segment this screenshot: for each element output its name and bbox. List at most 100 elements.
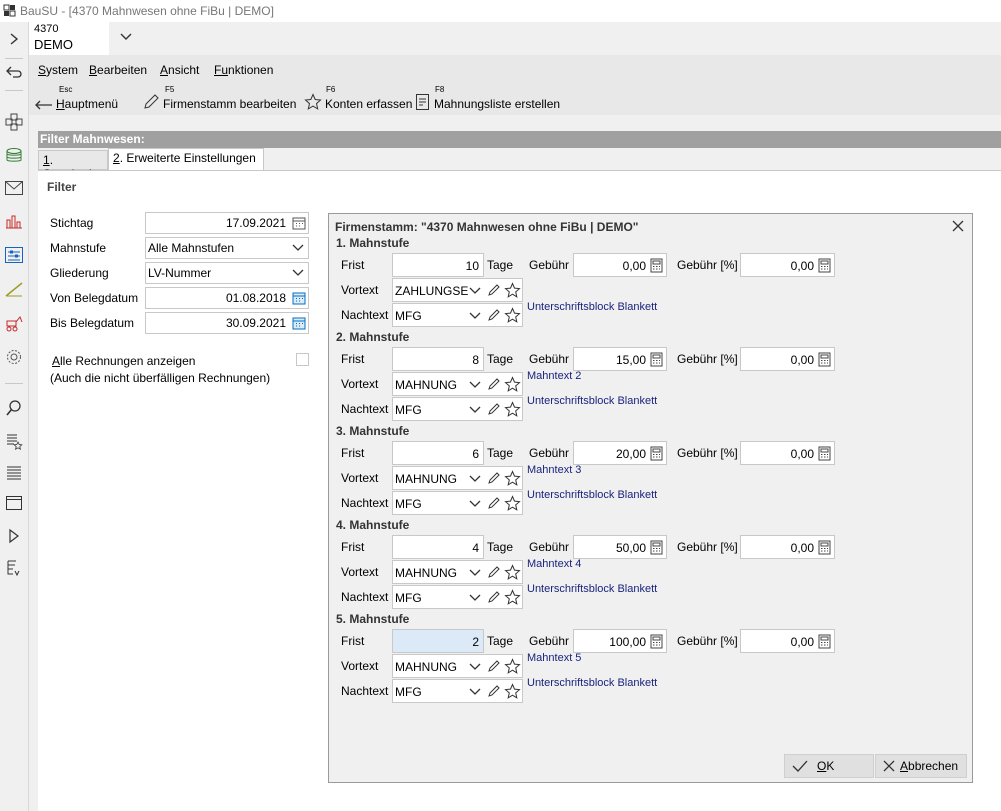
money-stack-icon[interactable] [3, 144, 25, 166]
star-icon[interactable] [504, 564, 521, 581]
chevron-down-icon[interactable] [469, 474, 481, 484]
fee-field[interactable]: 15,00 [573, 347, 667, 371]
chevron-down-icon[interactable] [469, 286, 481, 296]
tab-standard[interactable]: 1. Standard [38, 150, 108, 181]
ruler-icon[interactable] [3, 278, 25, 300]
pencil-icon[interactable] [486, 658, 502, 674]
ok-button[interactable]: OK [784, 754, 874, 778]
menu-funktionen[interactable]: Funktionen [214, 63, 273, 77]
pencil-icon[interactable] [486, 307, 502, 323]
back-arrow-icon[interactable] [3, 61, 25, 83]
chevron-down-icon[interactable] [469, 687, 481, 697]
chevron-down-icon[interactable] [117, 30, 135, 44]
main-menu-button[interactable]: Esc Hauptmenü [35, 85, 135, 111]
search-icon[interactable] [3, 397, 25, 419]
fee-percent-field[interactable]: 0,00 [740, 347, 835, 371]
calculator-icon[interactable] [650, 258, 663, 273]
nachtext-select[interactable]: MFG [392, 397, 523, 421]
cancel-button[interactable]: Abbrechen [875, 754, 967, 778]
calculator-icon[interactable] [818, 258, 831, 273]
fee-percent-field[interactable]: 0,00 [740, 441, 835, 465]
calculator-icon[interactable] [650, 540, 663, 555]
bis-belegdatum-field[interactable]: 30.09.2021 [145, 312, 309, 334]
pencil-icon[interactable] [486, 282, 502, 298]
frist-field[interactable]: 10 [392, 253, 484, 277]
calculator-icon[interactable] [818, 634, 831, 649]
all-invoices-checkbox[interactable] [296, 353, 309, 366]
fee-field[interactable]: 100,00 [573, 629, 667, 653]
calendar-icon[interactable] [292, 316, 306, 330]
pencil-icon[interactable] [486, 589, 502, 605]
calculator-icon[interactable] [650, 446, 663, 461]
window-icon[interactable] [3, 492, 25, 514]
play-triangle-icon[interactable] [3, 525, 25, 547]
fee-percent-field[interactable]: 0,00 [740, 253, 835, 277]
vortext-select[interactable]: MAHNUNG [392, 654, 523, 678]
pencil-icon[interactable] [486, 401, 502, 417]
nachtext-link[interactable]: Unterschriftsblock Blankett [527, 583, 657, 595]
excavator-icon[interactable] [3, 312, 25, 334]
star-icon[interactable] [504, 683, 521, 700]
nachtext-link[interactable]: Unterschriftsblock Blankett [527, 395, 657, 407]
star-icon[interactable] [504, 401, 521, 418]
vortext-link[interactable]: Mahntext 5 [527, 652, 581, 664]
menu-system[interactable]: System [38, 63, 78, 77]
expand-chevron-icon[interactable] [3, 28, 25, 50]
modules-icon[interactable] [3, 111, 25, 133]
nachtext-link[interactable]: Unterschriftsblock Blankett [527, 677, 657, 689]
nachtext-select[interactable]: MFG [392, 491, 523, 515]
pencil-icon[interactable] [486, 495, 502, 511]
vortext-select[interactable]: MAHNUNG [392, 466, 523, 490]
stichtag-field[interactable]: 17.09.2021 [145, 212, 309, 234]
chevron-down-icon[interactable] [469, 662, 481, 672]
frist-field[interactable]: 4 [392, 535, 484, 559]
nachtext-link[interactable]: Unterschriftsblock Blankett [527, 301, 657, 313]
vortext-link[interactable]: Mahntext 2 [527, 370, 581, 382]
settings-gear-icon[interactable] [3, 346, 25, 368]
nachtext-select[interactable]: MFG [392, 303, 523, 327]
fee-percent-field[interactable]: 0,00 [740, 629, 835, 653]
calculator-icon[interactable] [650, 352, 663, 367]
fee-field[interactable]: 50,00 [573, 535, 667, 559]
mahnstufe-select[interactable]: Alle Mahnstufen [145, 237, 309, 259]
pencil-icon[interactable] [486, 564, 502, 580]
frist-field[interactable]: 8 [392, 347, 484, 371]
gliederung-select[interactable]: LV-Nummer [145, 262, 309, 284]
bar-chart-icon[interactable] [3, 210, 25, 232]
vortext-select[interactable]: ZAHLUNGSE [392, 278, 523, 302]
calculator-icon[interactable] [818, 446, 831, 461]
nachtext-select[interactable]: MFG [392, 679, 523, 703]
von-belegdatum-field[interactable]: 01.08.2018 [145, 287, 309, 309]
fee-field[interactable]: 20,00 [573, 441, 667, 465]
vortext-link[interactable]: Mahntext 3 [527, 464, 581, 476]
star-icon[interactable] [504, 658, 521, 675]
vortext-select[interactable]: MAHNUNG [392, 372, 523, 396]
pencil-icon[interactable] [486, 683, 502, 699]
calendar-icon[interactable] [292, 216, 306, 230]
menu-ansicht[interactable]: Ansicht [160, 63, 199, 77]
chevron-down-icon[interactable] [469, 499, 481, 509]
star-icon[interactable] [504, 307, 521, 324]
chevron-down-icon[interactable] [469, 311, 481, 321]
list-lines-icon[interactable] [3, 462, 25, 484]
fee-field[interactable]: 0,00 [573, 253, 667, 277]
sliders-icon[interactable] [3, 244, 25, 266]
calculator-icon[interactable] [650, 634, 663, 649]
star-icon[interactable] [504, 470, 521, 487]
close-icon[interactable] [950, 218, 966, 234]
envelope-icon[interactable] [3, 177, 25, 199]
calendar-icon[interactable] [292, 291, 306, 305]
edit-company-button[interactable]: F5 Firmenstamm bearbeiten [142, 85, 302, 111]
pencil-icon[interactable] [486, 376, 502, 392]
document-edit-icon[interactable] [3, 557, 25, 579]
nachtext-link[interactable]: Unterschriftsblock Blankett [527, 489, 657, 501]
company-selector[interactable]: 4370 DEMO [29, 22, 109, 55]
chevron-down-icon[interactable] [469, 568, 481, 578]
star-icon[interactable] [504, 495, 521, 512]
vortext-link[interactable]: Mahntext 4 [527, 558, 581, 570]
vortext-select[interactable]: MAHNUNG [392, 560, 523, 584]
chevron-down-icon[interactable] [469, 593, 481, 603]
accounts-button[interactable]: F6 Konten erfassen [304, 85, 414, 111]
chevron-down-icon[interactable] [469, 380, 481, 390]
tab-extended-settings[interactable]: 2. Erweiterte Einstellungen [108, 148, 264, 171]
